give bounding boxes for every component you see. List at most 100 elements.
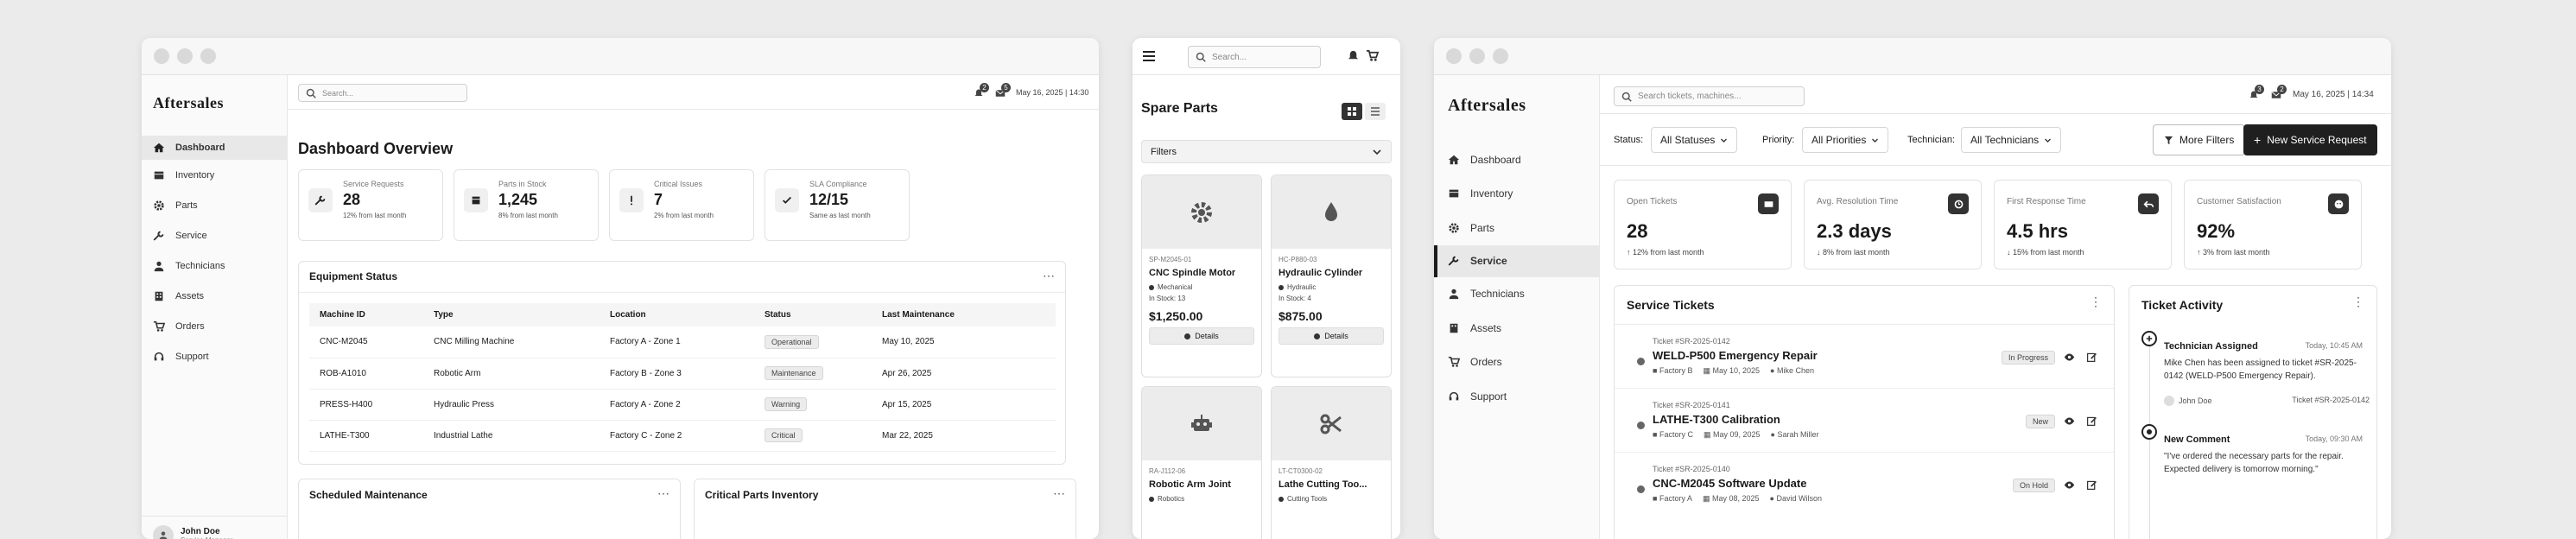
- ticket-row[interactable]: Ticket #SR-2025-0142 WELD-P500 Emergency…: [1615, 324, 2114, 388]
- window-maximize-button[interactable]: [200, 48, 216, 64]
- menu-button[interactable]: [1141, 48, 1157, 64]
- edit-icon: [2086, 416, 2097, 426]
- table-row[interactable]: ROB-A1010 Robotic Arm Factory B - Zone 3…: [309, 358, 1056, 389]
- sidebar-item-service[interactable]: Service: [1434, 244, 1599, 277]
- ticket-date: May 09, 2025: [1713, 430, 1761, 439]
- stat-card: Customer Satisfaction 92% ↑ 3% from last…: [2184, 180, 2362, 270]
- sidebar-item-orders[interactable]: Orders: [142, 311, 287, 341]
- table-row[interactable]: LATHE-T300 Industrial Lathe Factory C - …: [309, 420, 1056, 451]
- window-minimize-button[interactable]: [177, 48, 193, 64]
- notifications-button[interactable]: 2: [973, 83, 989, 99]
- col-machine-id[interactable]: Machine ID: [309, 303, 434, 327]
- panel-more-button[interactable]: ⋮: [2090, 295, 2102, 309]
- stat-label: First Response Time: [2007, 197, 2086, 206]
- part-card[interactable]: LT-CT0300-02 Lathe Cutting Too... Cuttin…: [1271, 386, 1392, 539]
- col-status[interactable]: Status: [765, 303, 882, 327]
- window-minimize-button[interactable]: [1469, 48, 1485, 64]
- chevron-down-icon: [1721, 138, 1728, 143]
- panel-more-button[interactable]: ⋯: [657, 486, 669, 501]
- search-input[interactable]: Search tickets, machines...: [1614, 86, 1805, 106]
- sidebar-item-assets[interactable]: Assets: [142, 281, 287, 311]
- edit-button[interactable]: [2084, 478, 2098, 491]
- window-close-button[interactable]: [154, 48, 169, 64]
- sidebar-item-service[interactable]: Service: [142, 220, 287, 250]
- grid-view-toggle[interactable]: [1342, 103, 1362, 120]
- location-icon: ■: [1653, 430, 1658, 439]
- ticket-location: Factory A: [1659, 494, 1692, 503]
- table-row[interactable]: CNC-M2045 CNC Milling Machine Factory A …: [309, 327, 1056, 358]
- more-filters-button[interactable]: More Filters: [2153, 124, 2246, 155]
- part-card[interactable]: RA-J112-06 Robotic Arm Joint Robotics: [1141, 386, 1262, 539]
- col-type[interactable]: Type: [434, 303, 610, 327]
- sidebar-item-parts[interactable]: Parts: [142, 190, 287, 220]
- window-maximize-button[interactable]: [1493, 48, 1508, 64]
- ticket-title[interactable]: LATHE-T300 Calibration: [1653, 413, 1780, 426]
- ticket-title[interactable]: CNC-M2045 Software Update: [1653, 477, 1806, 490]
- window-close-button[interactable]: [1446, 48, 1462, 64]
- sidebar-item-support[interactable]: Support: [1434, 379, 1599, 414]
- sidebar-item-assets[interactable]: Assets: [1434, 311, 1599, 346]
- details-button[interactable]: Details: [1149, 327, 1254, 345]
- new-service-request-button[interactable]: + New Service Request: [2243, 124, 2377, 155]
- notifications-button[interactable]: [1347, 49, 1360, 67]
- sidebar-item-orders[interactable]: Orders: [1434, 346, 1599, 380]
- technician-filter-select[interactable]: All Technicians: [1961, 127, 2062, 153]
- col-location[interactable]: Location: [610, 303, 765, 327]
- view-button[interactable]: [2062, 478, 2076, 491]
- eye-icon: [2064, 416, 2074, 425]
- ticket-row[interactable]: Ticket #SR-2025-0140 CNC-M2045 Software …: [1615, 452, 2114, 516]
- status-filter-select[interactable]: All Statuses: [1651, 127, 1738, 153]
- activity-body: "I've ordered the necessary parts for th…: [2164, 452, 2344, 474]
- part-card[interactable]: HC-P880-03 Hydraulic Cylinder Hydraulic I…: [1271, 174, 1392, 377]
- search-input[interactable]: Search...: [298, 84, 467, 102]
- details-label: Details: [1195, 332, 1219, 340]
- panel-more-button[interactable]: ⋯: [1053, 486, 1065, 501]
- edit-button[interactable]: [2084, 414, 2098, 428]
- filters-dropdown[interactable]: Filters: [1141, 140, 1392, 163]
- equipment-status-panel: Equipment Status ⋯ Machine ID Type Locat…: [298, 261, 1066, 465]
- ticket-row[interactable]: Ticket #SR-2025-0141 LATHE-T300 Calibrat…: [1615, 388, 2114, 452]
- grid-icon: [1348, 107, 1356, 116]
- part-category: Robotics: [1158, 495, 1185, 503]
- part-card[interactable]: SP-M2045-01 CNC Spindle Motor Mechanical…: [1141, 174, 1262, 377]
- priority-filter-select[interactable]: All Priorities: [1802, 127, 1889, 153]
- sidebar-item-technicians[interactable]: Technicians: [1434, 277, 1599, 312]
- cart-icon: [153, 320, 165, 332]
- sidebar-item-inventory[interactable]: Inventory: [1434, 177, 1599, 212]
- sidebar-item-dashboard[interactable]: Dashboard: [1434, 143, 1599, 177]
- part-category: Cutting Tools: [1287, 495, 1328, 503]
- sidebar-item-label: Support: [175, 351, 209, 362]
- cell-type: Robotic Arm: [434, 368, 481, 378]
- view-button[interactable]: [2062, 414, 2076, 428]
- sidebar-item-inventory[interactable]: Inventory: [142, 160, 287, 190]
- user-profile[interactable]: John Doe Service Manager: [142, 516, 288, 539]
- chevron-down-icon: [2045, 138, 2052, 143]
- sidebar-item-support[interactable]: Support: [142, 341, 287, 371]
- ticket-location: Factory B: [1659, 366, 1693, 375]
- messages-button[interactable]: 2: [2270, 85, 2287, 101]
- mobile-header: Search...: [1133, 38, 1400, 75]
- panel-more-button[interactable]: ⋮: [2352, 295, 2364, 309]
- details-button[interactable]: Details: [1278, 327, 1384, 345]
- sidebar-item-parts[interactable]: Parts: [1434, 211, 1599, 245]
- notifications-button[interactable]: 3: [2248, 85, 2264, 101]
- scheduled-maintenance-panel: Scheduled Maintenance ⋯: [298, 479, 681, 539]
- ticket-title[interactable]: WELD-P500 Emergency Repair: [1653, 349, 1818, 362]
- panel-more-button[interactable]: ⋯: [1043, 269, 1055, 283]
- activity-ticket-link[interactable]: Ticket #SR-2025-0142: [2292, 396, 2370, 406]
- sidebar-item-dashboard[interactable]: Dashboard: [142, 136, 287, 160]
- edit-button[interactable]: [2084, 350, 2098, 364]
- col-last-maintenance[interactable]: Last Maintenance: [882, 303, 1056, 327]
- search-input[interactable]: Search...: [1188, 46, 1321, 68]
- messages-button[interactable]: 5: [994, 83, 1011, 99]
- ticket-activity-panel: Ticket Activity ⋮ Technician Assigned To…: [2129, 285, 2377, 539]
- sidebar-item-technicians[interactable]: Technicians: [142, 250, 287, 281]
- cart-button[interactable]: [1366, 49, 1380, 67]
- view-button[interactable]: [2062, 350, 2076, 364]
- user-icon: [154, 261, 164, 271]
- stat-label: Open Tickets: [1627, 197, 1678, 206]
- table-row[interactable]: PRESS-H400 Hydraulic Press Factory A - Z…: [309, 389, 1056, 420]
- filter-bar: Status: All Statuses Priority: All Prior…: [1600, 114, 2391, 166]
- stat-label: SLA Compliance: [809, 180, 867, 188]
- list-view-toggle[interactable]: [1365, 103, 1386, 120]
